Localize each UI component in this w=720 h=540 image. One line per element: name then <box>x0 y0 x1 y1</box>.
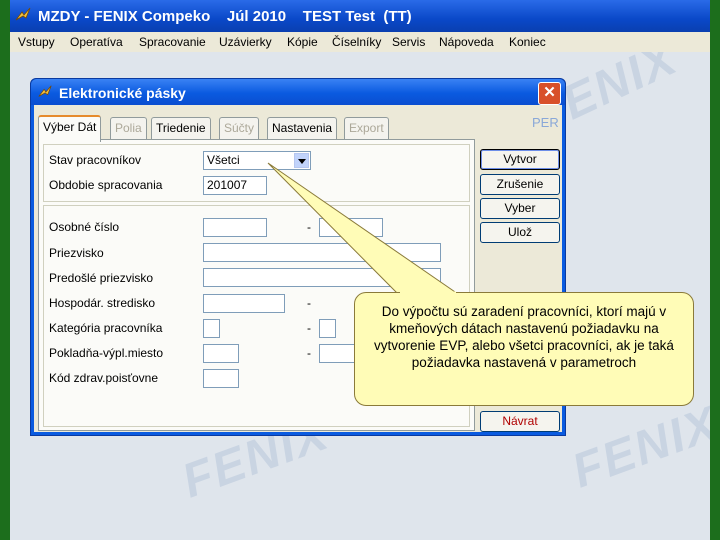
callout-pointer-join <box>400 291 456 295</box>
tab-vyber-dat[interactable]: Výber Dát <box>38 115 102 142</box>
